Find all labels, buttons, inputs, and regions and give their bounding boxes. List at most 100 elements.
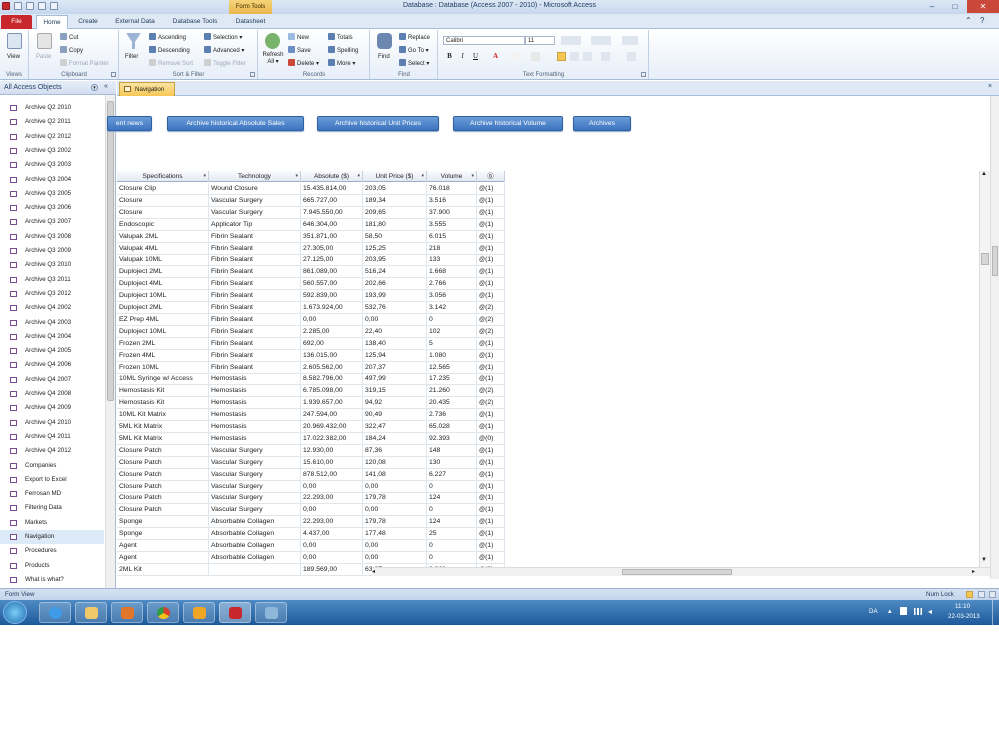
datasheet-scroll-thumb[interactable]: [981, 253, 989, 265]
table-row[interactable]: Valupak 10ML Fibrin Sealant 27.125,00 203,9…: [117, 254, 505, 267]
header-col-unit-price[interactable]: Unit Price ($) ▾: [363, 171, 427, 182]
start-orb-icon[interactable]: [3, 601, 27, 624]
maximize-button[interactable]: □: [944, 0, 966, 13]
cell-unit-price[interactable]: 193,99: [363, 290, 427, 303]
tab-create[interactable]: Create: [72, 15, 104, 29]
cell-specifications[interactable]: 10ML Syringe w/ Access: [117, 373, 209, 386]
cell-technology[interactable]: Hemostasis: [209, 397, 301, 410]
cell-specifications[interactable]: 5ML Kit Matrix: [117, 421, 209, 433]
cell-volume[interactable]: 102: [427, 325, 477, 338]
refresh-all-button[interactable]: Refresh All ▾: [262, 52, 284, 65]
cell-absolute[interactable]: 136.015,00: [301, 349, 363, 362]
cell-absolute[interactable]: 189.569,00: [301, 563, 363, 576]
tab-navigation-form[interactable]: Navigation: [119, 82, 175, 96]
archive-absolute-sales-button[interactable]: Archive historical Absolute Sales: [167, 116, 304, 131]
tab-home[interactable]: Home: [36, 15, 68, 29]
table-row[interactable]: Closure Patch Vascular Surgery 0,00 0,00 0 @(…: [117, 504, 505, 517]
cell-unit-price[interactable]: 125,25: [363, 242, 427, 255]
cell-volume[interactable]: 124: [427, 492, 477, 505]
cell-volume[interactable]: 0: [427, 540, 477, 552]
copy-button[interactable]: Copy: [60, 46, 83, 54]
cell-volume[interactable]: 130: [427, 456, 477, 469]
cell-volume[interactable]: 17.235: [427, 373, 477, 386]
paste-icon[interactable]: [37, 33, 52, 49]
cell-volume[interactable]: 0: [427, 313, 477, 326]
cell-technology[interactable]: Vascular Surgery: [209, 480, 301, 493]
cell-attachments[interactable]: @(1): [477, 421, 505, 433]
cell-attachments[interactable]: @(1): [477, 528, 505, 541]
taskbar-explorer[interactable]: [75, 602, 107, 623]
cell-specifications[interactable]: 2ML Kit: [117, 563, 209, 576]
cell-specifications[interactable]: Endoscopic: [117, 218, 209, 231]
cell-volume[interactable]: 3.142: [427, 302, 477, 314]
nav-item[interactable]: Archive Q3 2005: [0, 187, 104, 201]
nav-item[interactable]: Companies: [0, 459, 104, 473]
table-row[interactable]: 5ML Kit Matrix Hemostasis 17.022.382,00 184…: [117, 432, 505, 445]
cell-unit-price[interactable]: 181,80: [363, 218, 427, 231]
tab-datasheet[interactable]: Datasheet: [229, 15, 272, 29]
cell-specifications[interactable]: Duploject 10ML: [117, 290, 209, 303]
clock-date[interactable]: 22-03-2013: [948, 613, 980, 620]
cell-absolute[interactable]: 0,00: [301, 504, 363, 517]
cell-technology[interactable]: Hemostasis: [209, 432, 301, 445]
find-button[interactable]: Find: [378, 54, 390, 60]
cell-technology[interactable]: Absorbable Collagen: [209, 551, 301, 564]
header-col-volume[interactable]: Volume ▾: [427, 171, 477, 182]
cell-absolute[interactable]: 665.727,00: [301, 194, 363, 207]
table-row[interactable]: Duploject 10ML Fibrin Sealant 2.285,00 22,4…: [117, 325, 505, 338]
totals-button[interactable]: Totals: [328, 33, 353, 41]
format-painter-button[interactable]: Format Painter: [60, 59, 109, 67]
cell-specifications[interactable]: Agent: [117, 551, 209, 564]
cell-technology[interactable]: Vascular Surgery: [209, 492, 301, 505]
filter-icon[interactable]: [126, 33, 141, 49]
cell-volume[interactable]: 218: [427, 242, 477, 255]
cell-specifications[interactable]: Valupak 4ML: [117, 242, 209, 255]
cell-volume[interactable]: 148: [427, 444, 477, 457]
close-button[interactable]: ✕: [967, 0, 999, 13]
delete-record-button[interactable]: Delete ▾: [288, 59, 319, 67]
view-button[interactable]: View: [7, 54, 20, 60]
cell-attachments[interactable]: @(1): [477, 254, 505, 267]
cell-unit-price[interactable]: 0,00: [363, 480, 427, 493]
close-document-icon[interactable]: ×: [988, 83, 992, 90]
current-news-button[interactable]: ent news: [107, 116, 152, 131]
cell-attachments[interactable]: @(1): [477, 444, 505, 457]
scroll-up-icon[interactable]: ▲: [981, 171, 987, 177]
cell-specifications[interactable]: Closure Patch: [117, 504, 209, 517]
cell-specifications[interactable]: Duploject 10ML: [117, 325, 209, 338]
cell-technology[interactable]: Vascular Surgery: [209, 504, 301, 517]
cell-specifications[interactable]: Valupak 10ML: [117, 254, 209, 267]
nav-item[interactable]: Archive Q4 2002: [0, 301, 104, 315]
cell-absolute[interactable]: 15.610,00: [301, 456, 363, 469]
cell-unit-price[interactable]: 516,24: [363, 266, 427, 279]
cell-absolute[interactable]: 2.285,00: [301, 325, 363, 338]
form-vertical-scrollbar[interactable]: [990, 96, 999, 579]
binoculars-icon[interactable]: [377, 33, 392, 49]
cell-technology[interactable]: Fibrin Sealant: [209, 230, 301, 243]
cell-specifications[interactable]: Hemostasis Kit: [117, 385, 209, 398]
cell-specifications[interactable]: Duploject 2ML: [117, 302, 209, 314]
table-row[interactable]: Closure Patch Vascular Surgery 878.512,00 1…: [117, 468, 505, 481]
datasheet-vertical-scrollbar[interactable]: ▲ ▼: [979, 171, 990, 567]
ribbon-minimize-icon[interactable]: ⌃: [965, 16, 972, 25]
cell-attachments[interactable]: @(1): [477, 349, 505, 362]
nav-item[interactable]: What is what?: [0, 573, 104, 587]
cell-attachments[interactable]: @(1): [477, 242, 505, 255]
cell-volume[interactable]: 25: [427, 528, 477, 541]
cell-volume[interactable]: 20.435: [427, 397, 477, 410]
cell-technology[interactable]: Fibrin Sealant: [209, 290, 301, 303]
nav-item[interactable]: Archive Q4 2012: [0, 444, 104, 458]
header-col-absolute[interactable]: Absolute ($) ▾: [301, 171, 363, 182]
cell-technology[interactable]: [209, 563, 301, 576]
cell-unit-price[interactable]: 179,78: [363, 516, 427, 529]
table-row[interactable]: Closure Patch Vascular Surgery 0,00 0,00 0 @(…: [117, 480, 505, 493]
cell-volume[interactable]: 1.668: [427, 266, 477, 279]
cell-unit-price[interactable]: 58,50: [363, 230, 427, 243]
spelling-button[interactable]: Spelling: [328, 46, 358, 54]
cell-technology[interactable]: Vascular Surgery: [209, 468, 301, 481]
volume-icon[interactable]: ◂: [928, 607, 932, 616]
cell-specifications[interactable]: Hemostasis Kit: [117, 397, 209, 410]
nav-item[interactable]: Archive Q4 2011: [0, 430, 104, 444]
column-dropdown-icon[interactable]: ▾: [357, 171, 360, 182]
cell-specifications[interactable]: Duploject 2ML: [117, 266, 209, 279]
